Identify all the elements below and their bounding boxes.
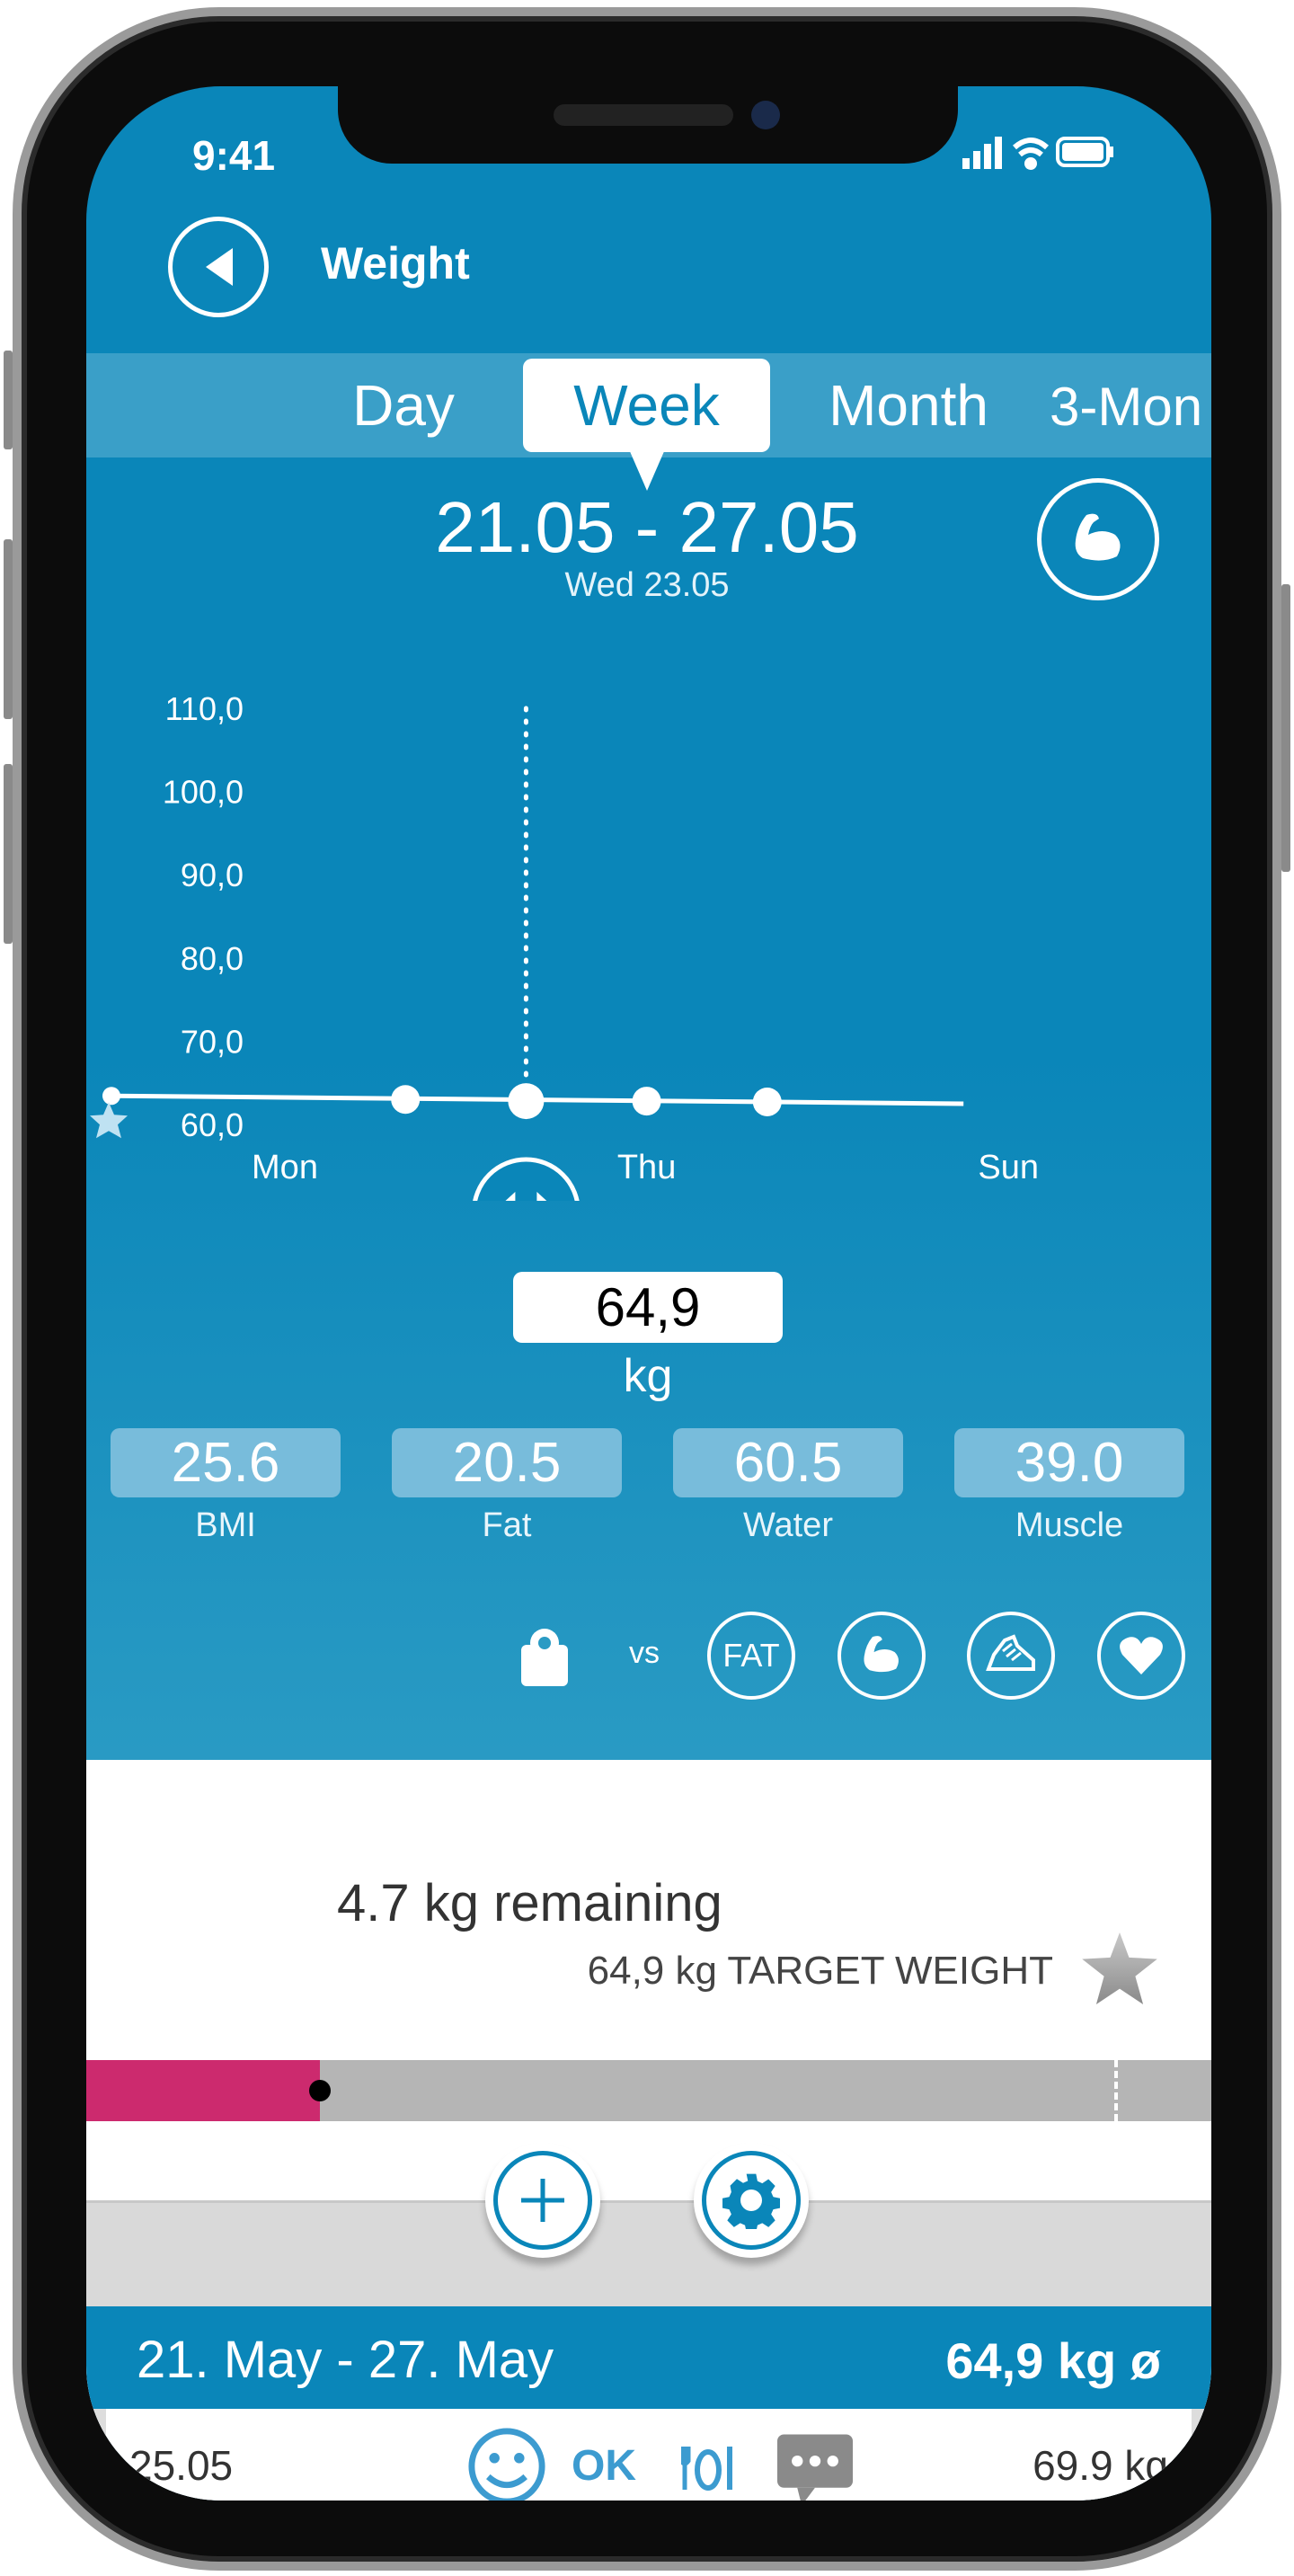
tab-week[interactable]: Week — [523, 372, 770, 439]
goal-progress-marker — [308, 2080, 331, 2101]
active-tab-pointer — [629, 449, 665, 491]
data-point-thu — [632, 1087, 661, 1116]
week-summary-header: 21. May - 27. May 64,9 kg ø — [86, 2306, 1211, 2409]
timeline-scrubber-handle[interactable] — [473, 1157, 580, 1201]
weight-chart[interactable]: 110,0 100,0 90,0 80,0 70,0 60,0Mon Thu Sun — [86, 608, 1211, 1201]
muscle-arm-icon — [1075, 513, 1121, 561]
entry-row[interactable]: 25.05 OK 69.9 kg — [86, 2409, 1211, 2500]
phone-volume-down — [4, 764, 13, 944]
summary-average: 64,9 kg ø — [945, 2332, 1161, 2389]
scrubber-circle[interactable] — [473, 1157, 580, 1201]
x-tick-label: Thu — [617, 1149, 676, 1186]
y-tick-label: 90,0 — [181, 857, 244, 893]
phone-power-button — [1281, 584, 1290, 872]
phone-side-button — [4, 351, 13, 449]
body-composition-button[interactable] — [1037, 478, 1159, 600]
current-weight-unit: kg — [623, 1350, 673, 1402]
y-tick-label: 110,0 — [165, 690, 244, 727]
selected-day: Wed 23.05 — [564, 566, 730, 604]
y-tick-label: 80,0 — [181, 940, 244, 977]
current-weight-value: 64,9 — [513, 1272, 783, 1343]
compare-activity-button[interactable] — [967, 1612, 1055, 1700]
y-tick-label: 70,0 — [181, 1023, 244, 1060]
compare-heart-button[interactable] — [1097, 1612, 1185, 1700]
muscle-arm-icon — [864, 1636, 899, 1673]
compare-fat-button[interactable]: FAT — [707, 1612, 795, 1700]
phone-volume-up — [4, 539, 13, 719]
remaining-text: 4.7 kg remaining — [337, 1874, 722, 1932]
speaker — [554, 104, 733, 126]
y-tick-label: 60,0 — [181, 1106, 244, 1143]
summary-range: 21. May - 27. May — [137, 2331, 554, 2389]
entry-mood: OK — [572, 2442, 636, 2490]
smiley-icon — [468, 2428, 545, 2500]
comment-icon[interactable] — [775, 2432, 855, 2500]
status-icons — [962, 137, 1113, 170]
previous-point — [102, 1087, 120, 1106]
tab-month[interactable]: Month — [814, 372, 1003, 439]
status-time: 9:41 — [192, 132, 276, 179]
wifi-icon — [1013, 138, 1049, 170]
plus-icon — [521, 2179, 564, 2222]
settings-button[interactable] — [694, 2143, 809, 2258]
data-point-wed — [508, 1083, 545, 1120]
y-tick-label: 100,0 — [163, 774, 244, 811]
metric-muscle-label: Muscle — [1015, 1506, 1124, 1544]
goal-progress-track — [86, 2060, 1211, 2121]
vs-label: vs — [629, 1636, 660, 1670]
target-star-icon — [90, 1102, 128, 1139]
entry-weight: 69.9 kg — [1033, 2442, 1168, 2489]
tab-day[interactable]: Day — [336, 372, 471, 439]
meal-icon — [681, 2447, 732, 2491]
battery-icon — [1056, 137, 1113, 167]
x-tick-label: Mon — [252, 1149, 318, 1186]
data-point-fri — [752, 1087, 782, 1116]
metric-muscle-value[interactable]: 39.0 — [954, 1428, 1184, 1497]
data-point-tue — [391, 1085, 421, 1115]
gear-icon — [722, 2173, 780, 2229]
metric-bmi-value[interactable]: 25.6 — [111, 1428, 341, 1497]
fat-icon: FAT — [722, 1637, 780, 1674]
date-range: 21.05 - 27.05 — [435, 487, 859, 567]
metric-fat-value[interactable]: 20.5 — [392, 1428, 622, 1497]
metric-water-label: Water — [743, 1506, 833, 1544]
back-button[interactable] — [168, 217, 269, 317]
signal-icon — [962, 137, 1002, 169]
entry-date: 25.05 — [129, 2442, 234, 2489]
action-bar — [86, 2200, 1211, 2306]
target-weight-text: 64,9 kg TARGET WEIGHT — [587, 1949, 1053, 1993]
app-screen: 9:41 Weight Day Week Month 3-Mon 21.05 -… — [86, 86, 1211, 2500]
target-star-icon — [1082, 1932, 1157, 2004]
notch — [338, 86, 958, 164]
metric-water-value[interactable]: 60.5 — [673, 1428, 903, 1497]
add-entry-button[interactable] — [485, 2143, 600, 2258]
tab-3-month[interactable]: 3-Mon — [1050, 376, 1202, 438]
heart-icon — [1120, 1637, 1163, 1674]
back-arrow-icon — [206, 248, 233, 286]
scale-icon — [521, 1629, 568, 1686]
shoe-icon — [986, 1634, 1035, 1671]
goal-progress-fill — [86, 2060, 320, 2121]
page-title: Weight — [321, 238, 470, 289]
metric-bmi-label: BMI — [195, 1506, 256, 1544]
goal-section: 4.7 kg remaining 64,9 kg TARGET WEIGHT 2… — [86, 1760, 1211, 2500]
compare-muscle-button[interactable] — [838, 1612, 926, 1700]
metric-fat-label: Fat — [482, 1506, 532, 1544]
goal-target-marker — [1114, 2060, 1118, 2121]
x-tick-label: Sun — [978, 1149, 1039, 1186]
camera — [751, 101, 780, 129]
